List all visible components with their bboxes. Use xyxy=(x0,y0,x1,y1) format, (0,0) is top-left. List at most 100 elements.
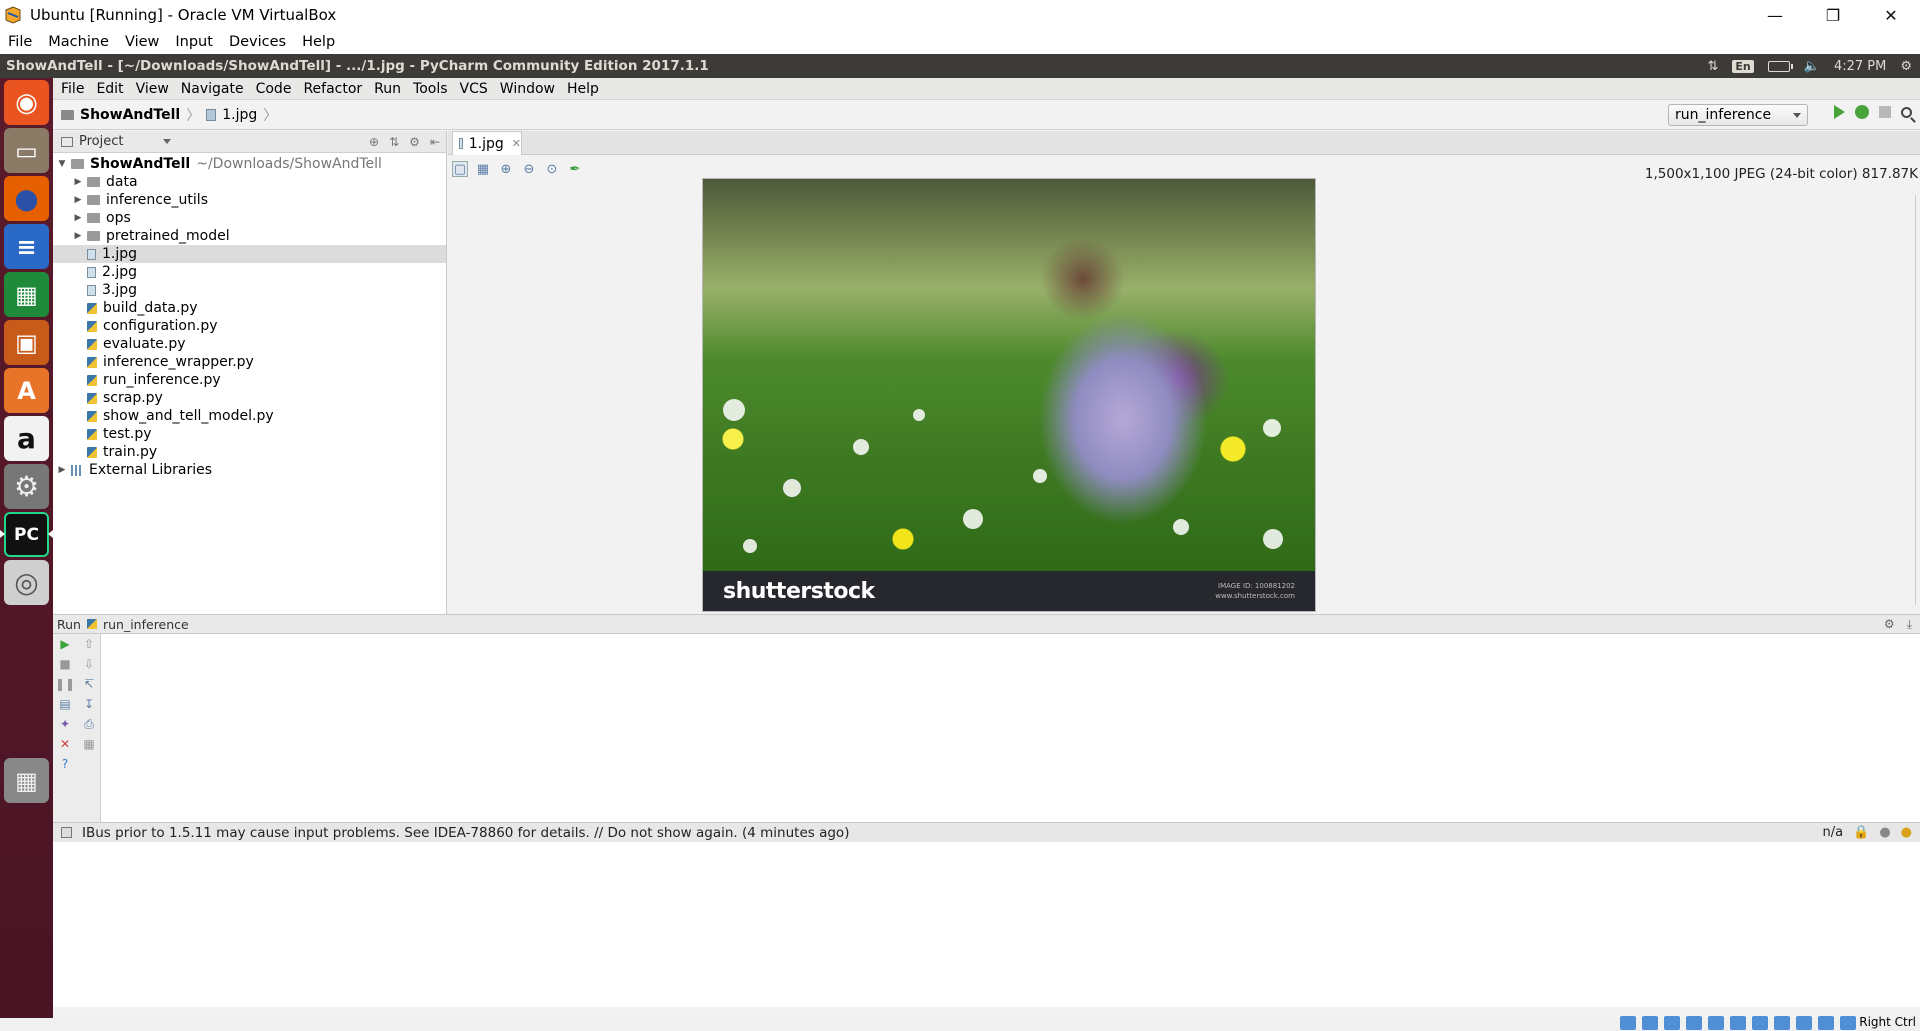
help-icon[interactable]: ? xyxy=(53,754,77,774)
expand-arrow-icon[interactable]: ▶ xyxy=(57,465,67,475)
vbox-menu-file[interactable]: File xyxy=(8,34,32,50)
soft-wrap-icon[interactable]: ↸ xyxy=(77,674,101,694)
battery-icon[interactable] xyxy=(1767,60,1793,72)
video-capture-icon[interactable] xyxy=(1774,1016,1790,1030)
dvd-icon[interactable]: ◎ xyxy=(4,560,49,605)
expand-arrow-icon[interactable]: ▶ xyxy=(73,195,83,205)
tree-row-3-jpg[interactable]: 3.jpg xyxy=(53,281,446,299)
zoom-in-icon[interactable]: ⊕ xyxy=(498,161,514,177)
tree-row-data[interactable]: ▶ data xyxy=(53,173,446,191)
pin-tab-icon[interactable]: ✦ xyxy=(53,714,77,734)
status-message[interactable]: IBus prior to 1.5.11 may cause input pro… xyxy=(82,825,849,841)
scroll-to-end-icon[interactable]: ↧ xyxy=(77,694,101,714)
vbox-menu-devices[interactable]: Devices xyxy=(229,34,286,50)
search-icon[interactable] xyxy=(1901,106,1912,118)
tree-row-inference-utils[interactable]: ▶ inference_utils xyxy=(53,191,446,209)
pause-icon[interactable]: ❚❚ xyxy=(53,674,77,694)
tree-row-ops[interactable]: ▶ ops xyxy=(53,209,446,227)
vbox-menu-view[interactable]: View xyxy=(125,34,159,50)
settings-gear-icon[interactable]: ⚙ xyxy=(409,135,420,149)
pc-menu-edit[interactable]: Edit xyxy=(96,81,123,97)
tree-row-build-data[interactable]: build_data.py xyxy=(53,299,446,317)
settings-gear-icon[interactable]: ⚙ xyxy=(1884,617,1895,632)
amazon-icon[interactable]: a xyxy=(4,416,49,461)
tree-row-pretrained-model[interactable]: ▶ pretrained_model xyxy=(53,227,446,245)
system-settings-icon[interactable]: ⚙ xyxy=(4,464,49,509)
network-adapter-icon[interactable] xyxy=(1686,1016,1702,1030)
down-icon[interactable]: ⇩ xyxy=(77,654,101,674)
tree-row-test[interactable]: test.py xyxy=(53,425,446,443)
clock[interactable]: 4:27 PM xyxy=(1834,59,1886,74)
stop-icon[interactable]: ■ xyxy=(53,654,77,674)
run-panel-config[interactable]: run_inference xyxy=(103,617,189,632)
pc-menu-file[interactable]: File xyxy=(61,81,84,97)
tree-row-external-libraries[interactable]: ▶ External Libraries xyxy=(53,461,446,479)
pc-menu-vcs[interactable]: VCS xyxy=(460,81,488,97)
event-log-icon[interactable]: ● xyxy=(1901,825,1912,840)
pc-menu-code[interactable]: Code xyxy=(256,81,292,97)
close-button[interactable]: ✕ xyxy=(1862,0,1920,30)
files-icon[interactable]: ▭ xyxy=(4,128,49,173)
vbox-menu-help[interactable]: Help xyxy=(302,34,335,50)
tree-row-evaluate[interactable]: evaluate.py xyxy=(53,335,446,353)
run-icon[interactable] xyxy=(1834,105,1845,119)
vbox-menu-machine[interactable]: Machine xyxy=(48,34,109,50)
software-center-icon[interactable]: A xyxy=(4,368,49,413)
clear-trash-icon[interactable]: ▦ xyxy=(77,734,101,754)
color-picker-icon[interactable]: ✒ xyxy=(567,161,583,177)
print-icon[interactable]: ⎙ xyxy=(77,714,101,734)
mouse-integration-icon[interactable] xyxy=(1818,1016,1834,1030)
expand-arrow-icon[interactable]: ▶ xyxy=(73,177,83,187)
debug-icon[interactable] xyxy=(1855,105,1869,119)
breadcrumb-file[interactable]: 1.jpg xyxy=(222,107,257,123)
lock-icon[interactable]: 🔒 xyxy=(1853,825,1869,840)
close-tab-icon[interactable]: ✕ xyxy=(512,137,521,150)
hide-panel-icon[interactable]: ⤓ xyxy=(1907,617,1912,632)
display-icon[interactable] xyxy=(1752,1016,1768,1030)
network-icon[interactable]: ⇅ xyxy=(1708,59,1719,74)
session-gear-icon[interactable]: ⚙ xyxy=(1900,59,1912,74)
grid-toggle-icon[interactable]: ▦ xyxy=(475,161,491,177)
tab-1-jpg[interactable]: 1.jpg ✕ xyxy=(452,131,522,155)
libreoffice-writer-icon[interactable]: ≡ xyxy=(4,224,49,269)
up-icon[interactable]: ⇧ xyxy=(77,634,101,654)
pycharm-icon[interactable]: PC xyxy=(4,512,49,557)
expand-arrow-icon[interactable]: ▼ xyxy=(57,159,67,169)
zoom-out-icon[interactable]: ⊖ xyxy=(521,161,537,177)
tree-row-show-and-tell-model[interactable]: show_and_tell_model.py xyxy=(53,407,446,425)
optical-drive-icon[interactable] xyxy=(1642,1016,1658,1030)
expand-arrow-icon[interactable]: ▶ xyxy=(73,231,83,241)
breadcrumb-project[interactable]: ShowAndTell xyxy=(80,107,180,123)
pc-menu-navigate[interactable]: Navigate xyxy=(181,81,244,97)
restore-button[interactable]: ❐ xyxy=(1804,0,1862,30)
volume-icon[interactable]: 🔈 xyxy=(1804,59,1820,74)
keyboard-layout-indicator[interactable]: En xyxy=(1732,59,1754,73)
vertical-scrollbar[interactable] xyxy=(1915,195,1916,605)
hide-panel-icon[interactable]: ⇤ xyxy=(430,135,440,149)
pc-menu-help[interactable]: Help xyxy=(567,81,599,97)
stop-icon[interactable] xyxy=(1879,106,1891,118)
project-panel-title[interactable]: Project xyxy=(79,134,123,149)
ubuntu-dash-icon[interactable]: ◉ xyxy=(4,80,49,125)
tree-row-root[interactable]: ▼ ShowAndTell ~/Downloads/ShowAndTell xyxy=(53,155,446,173)
tree-row-run-inference[interactable]: run_inference.py xyxy=(53,371,446,389)
run-configuration-select[interactable]: run_inference xyxy=(1668,104,1808,126)
inspector-icon[interactable]: ● xyxy=(1879,825,1890,840)
trash-icon[interactable]: ▦ xyxy=(4,758,49,803)
tree-row-2-jpg[interactable]: 2.jpg xyxy=(53,263,446,281)
usb-icon[interactable] xyxy=(1708,1016,1724,1030)
pc-menu-refactor[interactable]: Refactor xyxy=(303,81,362,97)
pc-menu-tools[interactable]: Tools xyxy=(413,81,448,97)
libreoffice-calc-icon[interactable]: ▦ xyxy=(4,272,49,317)
actual-size-icon[interactable]: ⊙ xyxy=(544,161,560,177)
tree-row-scrap[interactable]: scrap.py xyxy=(53,389,446,407)
firefox-icon[interactable]: ● xyxy=(4,176,49,221)
collapse-all-icon[interactable]: ⇅ xyxy=(389,135,399,149)
scroll-from-source-icon[interactable]: ⊕ xyxy=(369,135,379,149)
close-icon[interactable]: ✕ xyxy=(53,734,77,754)
tree-row-configuration[interactable]: configuration.py xyxy=(53,317,446,335)
tree-row-1-jpg[interactable]: 1.jpg xyxy=(53,245,446,263)
shared-folders-icon[interactable] xyxy=(1730,1016,1746,1030)
pc-menu-run[interactable]: Run xyxy=(374,81,401,97)
run-console[interactable]: ▶ ■ ❚❚ ▤ ✦ ✕ ? ⇧ ⇩ ↸ ↧ ⎙ ▦ xyxy=(53,634,1920,1007)
